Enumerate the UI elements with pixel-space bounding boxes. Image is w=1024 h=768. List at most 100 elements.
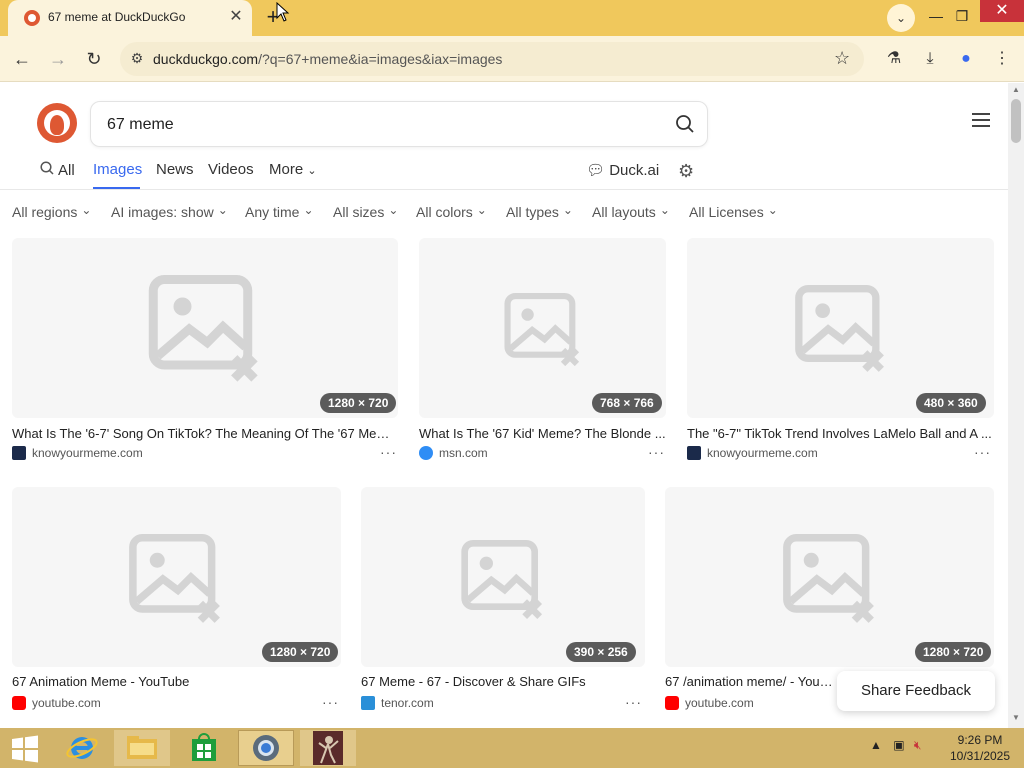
reload-icon[interactable]: ↻ [81,46,107,72]
image-result[interactable]: 390 × 256 67 Meme - 67 - Discover & Shar… [361,487,645,713]
duckduckgo-favicon-icon [24,10,40,26]
source-label: knowyourmeme.com [707,446,818,460]
tab-all-label: All [58,162,75,179]
start-button[interactable] [4,730,60,766]
more-options-icon[interactable]: ··· [380,444,397,460]
divider [0,189,1008,190]
window-close-button[interactable]: ✕ [980,0,1024,22]
browser-tab[interactable]: 67 meme at DuckDuckGo ✕ [8,0,252,36]
image-dimensions-badge: 390 × 256 [566,642,636,662]
browser-titlebar: 67 meme at DuckDuckGo ✕ + ⌄ — ❐ ✕ [0,0,1024,36]
download-icon[interactable]: ⤓ [918,47,942,71]
filter-license[interactable]: All Licenses [689,204,778,220]
settings-gear-icon[interactable]: ⚙ [678,161,694,182]
mouse-cursor-icon [276,2,290,22]
tab-more[interactable]: More ⌄ [269,161,317,178]
taskbar-clock[interactable]: 9:26 PM 10/31/2025 [944,732,1016,764]
broken-image-icon [795,285,884,372]
more-options-icon[interactable]: ··· [974,444,991,460]
profile-avatar-icon[interactable]: ● [954,47,978,71]
bookmark-star-icon[interactable]: ☆ [834,48,850,69]
windows-store-icon[interactable] [176,730,232,766]
forward-arrow-icon[interactable]: → [45,46,71,72]
image-dimensions-badge: 480 × 360 [916,393,986,413]
broken-image-icon [148,275,258,382]
result-title[interactable]: 67 /animation meme/ - YouTube [665,674,840,689]
back-arrow-icon[interactable]: ← [9,46,35,72]
browser-menu-icon[interactable]: ⋮ [990,47,1014,71]
tab-news[interactable]: News [156,161,194,178]
tab-close-icon[interactable]: ✕ [226,7,246,27]
result-source[interactable]: knowyourmeme.com [687,446,818,460]
maximize-button[interactable]: ❐ [942,2,982,30]
result-title[interactable]: The "6-7" TikTok Trend Involves LaMelo B… [687,426,994,441]
chat-bubble-icon: 💬︎ [586,162,606,179]
url-text: duckduckgo.com/?q=67+meme&ia=images&iax=… [153,51,502,67]
windows-logo-icon [12,735,38,763]
filter-time[interactable]: Any time [245,204,314,220]
tab-images[interactable]: Images [93,161,142,178]
image-thumbnail[interactable] [419,238,666,418]
image-result[interactable]: 768 × 766 What Is The '67 Kid' Meme? The… [419,238,666,463]
search-icon[interactable] [675,114,695,134]
result-source[interactable]: knowyourmeme.com [12,446,143,460]
result-source[interactable]: youtube.com [12,696,101,710]
image-thumbnail[interactable] [12,238,398,418]
result-title[interactable]: 67 Meme - 67 - Discover & Share GIFs [361,674,645,689]
filter-ai-images[interactable]: AI images: show [111,204,228,220]
more-options-icon[interactable]: ··· [625,694,642,710]
result-source[interactable]: youtube.com [665,696,754,710]
tab-search-chevron-icon[interactable]: ⌄ [887,4,915,32]
filter-type[interactable]: All types [506,204,573,220]
result-title[interactable]: What Is The '67 Kid' Meme? The Blonde ..… [419,426,666,441]
result-source[interactable]: tenor.com [361,696,434,710]
system-tray: ▲ ▣ 🔇︎ [870,738,921,753]
youtube-favicon-icon [12,696,26,710]
filter-layout[interactable]: All layouts [592,204,670,220]
broken-image-icon [783,534,874,623]
image-dimensions-badge: 1280 × 720 [915,642,992,662]
share-feedback-button[interactable]: Share Feedback [837,671,995,711]
file-explorer-icon[interactable] [114,730,170,766]
search-input[interactable]: 67 meme [90,101,708,147]
duck-ai-link[interactable]: 💬︎ Duck.ai [586,161,659,179]
image-thumbnail[interactable] [12,487,341,667]
more-options-icon[interactable]: ··· [648,444,665,460]
result-title[interactable]: What Is The '6-7' Song On TikTok? The Me… [12,426,398,441]
filter-size[interactable]: All sizes [333,204,398,220]
image-dimensions-badge: 768 × 766 [592,393,662,413]
result-title[interactable]: 67 Animation Meme - YouTube [12,674,341,689]
more-options-icon[interactable]: ··· [322,694,339,710]
tray-overflow-arrow-icon[interactable]: ▲ [870,738,882,752]
chrome-browser-icon[interactable] [238,730,294,766]
image-thumbnail[interactable] [665,487,994,667]
tab-videos[interactable]: Videos [208,161,254,178]
image-thumbnail[interactable] [687,238,994,418]
volume-muted-icon[interactable]: 🔇︎ [914,738,922,752]
labs-flask-icon[interactable]: ⚗ [882,47,906,71]
scroll-down-arrow-icon[interactable]: ▼ [1012,713,1020,722]
internet-explorer-icon[interactable] [54,730,110,766]
filter-region[interactable]: All regions [12,204,91,220]
image-result[interactable]: 1280 × 720 What Is The '6-7' Song On Tik… [12,238,398,463]
image-result[interactable]: 480 × 360 The "6-7" TikTok Trend Involve… [687,238,994,463]
network-icon[interactable]: ▣ [893,738,904,752]
scrollbar-thumb[interactable] [1011,99,1021,143]
tenor-gif-favicon-icon [361,696,375,710]
scroll-up-arrow-icon[interactable]: ▲ [1012,85,1020,94]
menu-icon[interactable] [972,113,990,131]
tab-all[interactable]: All [40,161,75,179]
address-bar[interactable]: ⚙ duckduckgo.com/?q=67+meme&ia=images&ia… [120,42,864,76]
site-info-icon[interactable]: ⚙ [128,49,146,67]
image-thumbnail[interactable] [361,487,645,667]
tab-more-label: More [269,161,304,178]
result-source[interactable]: msn.com [419,446,488,460]
filter-color[interactable]: All colors [416,204,487,220]
duckduckgo-logo[interactable] [37,103,77,143]
clock-time: 9:26 PM [957,733,1003,747]
msn-favicon-icon [419,446,433,460]
image-result[interactable]: 1280 × 720 67 Animation Meme - YouTube y… [12,487,341,713]
page-scrollbar[interactable]: ▲ ▼ [1008,83,1024,728]
media-app-icon[interactable] [300,730,356,766]
broken-image-icon [129,534,220,623]
